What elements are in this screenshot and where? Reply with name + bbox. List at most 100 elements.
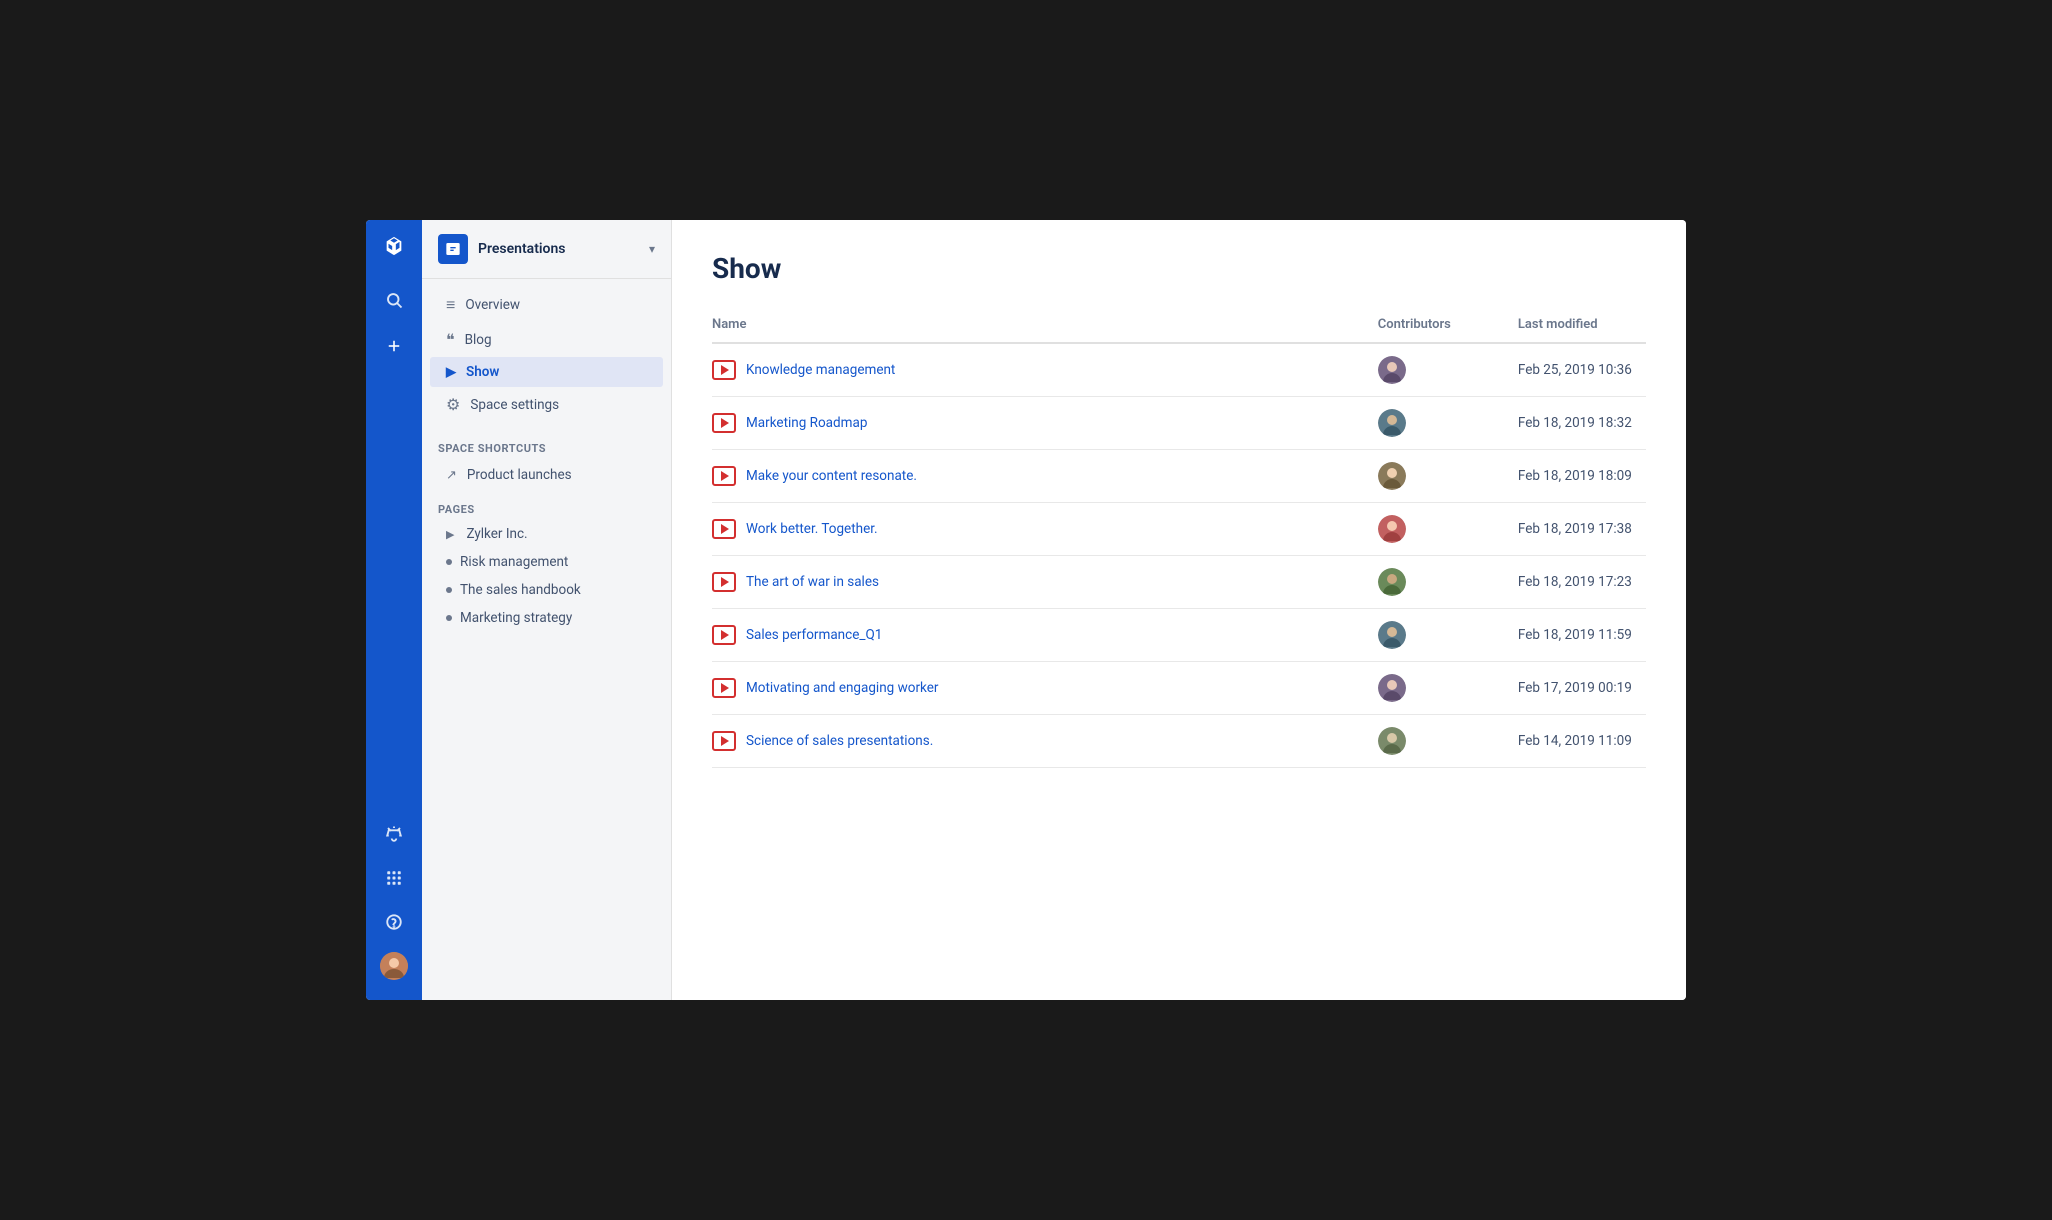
pages-section: ▶ Zylker Inc. Risk management The sales … — [422, 520, 671, 640]
contributor-cell — [1366, 715, 1506, 768]
presentation-icon — [712, 413, 736, 433]
file-link[interactable]: Motivating and engaging worker — [746, 680, 938, 696]
file-link[interactable]: Science of sales presentations. — [746, 733, 933, 749]
col-header-modified: Last modified — [1506, 309, 1646, 343]
table-row: The art of war in sales Feb 18, 2019 17:… — [712, 556, 1646, 609]
contributor-avatar — [1378, 674, 1406, 702]
contributor-cell — [1366, 343, 1506, 397]
bullet-icon — [446, 559, 452, 565]
page-item-marketing-strategy[interactable]: Marketing strategy — [422, 604, 671, 632]
logo-icon[interactable] — [380, 232, 408, 260]
last-modified-cell: Feb 18, 2019 17:23 — [1506, 556, 1646, 609]
file-name-cell: Work better. Together. — [712, 503, 1366, 556]
blog-icon: ❝ — [446, 330, 455, 349]
sidebar-item-settings-label: Space settings — [470, 397, 559, 413]
table-row: Marketing Roadmap Feb 18, 2019 18:32 — [712, 397, 1646, 450]
contributor-avatar — [1378, 409, 1406, 437]
page-item-zylker[interactable]: ▶ Zylker Inc. — [422, 520, 671, 548]
space-icon — [438, 234, 468, 264]
file-link[interactable]: Knowledge management — [746, 362, 895, 378]
contributor-cell — [1366, 397, 1506, 450]
overview-icon: ≡ — [446, 295, 455, 315]
bullet-icon — [446, 615, 452, 621]
notifications-icon[interactable] — [380, 820, 408, 848]
file-link[interactable]: Work better. Together. — [746, 521, 878, 537]
sidebar-item-overview[interactable]: ≡ Overview — [430, 288, 663, 322]
sidebar-item-blog-label: Blog — [465, 332, 492, 348]
presentation-icon — [712, 625, 736, 645]
shortcut-product-launches[interactable]: ↗ Product launches — [430, 460, 663, 490]
file-link[interactable]: The art of war in sales — [746, 574, 879, 590]
user-avatar[interactable] — [380, 952, 408, 980]
sidebar: Presentations ▾ ≡ Overview ❝ Blog ▶ Show… — [422, 220, 672, 1000]
page-label: Zylker Inc. — [466, 526, 527, 542]
contributor-avatar — [1378, 462, 1406, 490]
col-header-name: Name — [712, 309, 1366, 343]
last-modified-cell: Feb 25, 2019 10:36 — [1506, 343, 1646, 397]
file-name-cell: Sales performance_Q1 — [712, 609, 1366, 662]
page-label: Risk management — [460, 554, 568, 570]
sidebar-item-show-label: Show — [466, 364, 499, 380]
presentation-icon — [712, 572, 736, 592]
contributor-cell — [1366, 450, 1506, 503]
bullet-icon — [446, 587, 452, 593]
last-modified-cell: Feb 17, 2019 00:19 — [1506, 662, 1646, 715]
table-row: Work better. Together. Feb 18, 2019 17:3… — [712, 503, 1646, 556]
last-modified-cell: Feb 18, 2019 18:09 — [1506, 450, 1646, 503]
file-name-cell: Knowledge management — [712, 343, 1366, 397]
file-name-cell: Make your content resonate. — [712, 450, 1366, 503]
sidebar-item-blog[interactable]: ❝ Blog — [430, 323, 663, 356]
page-label: The sales handbook — [460, 582, 581, 598]
sidebar-item-space-settings[interactable]: ⚙ Space settings — [430, 388, 663, 421]
last-modified-cell: Feb 14, 2019 11:09 — [1506, 715, 1646, 768]
sidebar-item-overview-label: Overview — [465, 297, 520, 313]
page-label: Marketing strategy — [460, 610, 572, 626]
last-modified-cell: Feb 18, 2019 11:59 — [1506, 609, 1646, 662]
contributor-cell — [1366, 556, 1506, 609]
shortcuts-section-label: SPACE SHORTCUTS — [422, 430, 671, 459]
sidebar-nav: ≡ Overview ❝ Blog ▶ Show ⚙ Space setting… — [422, 279, 671, 430]
page-item-sales-handbook[interactable]: The sales handbook — [422, 576, 671, 604]
sidebar-item-show[interactable]: ▶ Show — [430, 357, 663, 387]
file-link[interactable]: Marketing Roadmap — [746, 415, 867, 431]
sidebar-header[interactable]: Presentations ▾ — [422, 220, 671, 279]
chevron-down-icon: ▾ — [649, 242, 655, 256]
space-title: Presentations — [478, 241, 639, 257]
file-name-cell: Marketing Roadmap — [712, 397, 1366, 450]
search-icon[interactable] — [380, 286, 408, 314]
file-link[interactable]: Make your content resonate. — [746, 468, 917, 484]
contributor-avatar — [1378, 356, 1406, 384]
apps-icon[interactable] — [380, 864, 408, 892]
col-header-contributors: Contributors — [1366, 309, 1506, 343]
table-row: Knowledge management Feb 25, 2019 10:36 — [712, 343, 1646, 397]
table-row: Make your content resonate. Feb 18, 2019… — [712, 450, 1646, 503]
presentation-icon — [712, 466, 736, 486]
presentation-icon — [712, 519, 736, 539]
show-icon: ▶ — [446, 365, 456, 380]
file-name-cell: Science of sales presentations. — [712, 715, 1366, 768]
table-row: Motivating and engaging worker Feb 17, 2… — [712, 662, 1646, 715]
contributor-cell — [1366, 609, 1506, 662]
presentation-icon — [712, 360, 736, 380]
contributor-avatar — [1378, 727, 1406, 755]
file-name-cell: Motivating and engaging worker — [712, 662, 1366, 715]
main-content-area: Show Name Contributors Last modified Kno… — [672, 220, 1686, 1000]
last-modified-cell: Feb 18, 2019 18:32 — [1506, 397, 1646, 450]
contributor-avatar — [1378, 568, 1406, 596]
presentations-table: Name Contributors Last modified Knowledg… — [712, 309, 1646, 768]
pages-section-label: PAGES — [422, 491, 671, 520]
contributor-cell — [1366, 503, 1506, 556]
create-icon[interactable] — [380, 332, 408, 360]
contributor-avatar — [1378, 515, 1406, 543]
global-nav — [366, 220, 422, 1000]
file-link[interactable]: Sales performance_Q1 — [746, 627, 882, 643]
settings-icon: ⚙ — [446, 395, 460, 414]
shortcut-label: Product launches — [467, 467, 572, 483]
presentation-icon — [712, 678, 736, 698]
table-row: Sales performance_Q1 Feb 18, 2019 11:59 — [712, 609, 1646, 662]
help-icon[interactable] — [380, 908, 408, 936]
table-row: Science of sales presentations. Feb 14, … — [712, 715, 1646, 768]
contributor-avatar — [1378, 621, 1406, 649]
page-item-risk-mgmt[interactable]: Risk management — [422, 548, 671, 576]
file-name-cell: The art of war in sales — [712, 556, 1366, 609]
